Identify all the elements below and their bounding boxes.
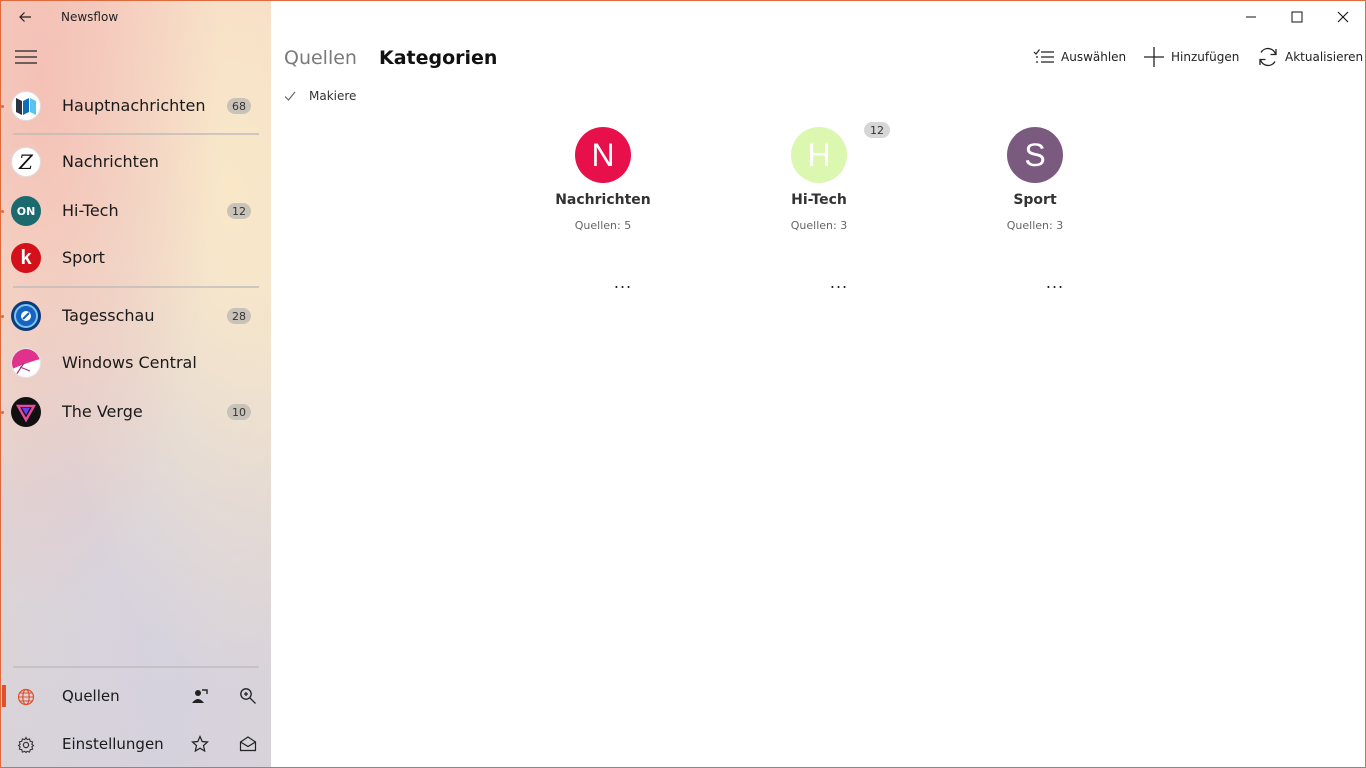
divider — [13, 286, 259, 288]
unread-count-badge: 12 — [864, 122, 890, 138]
unread-count-badge: 12 — [227, 203, 251, 219]
nav-item-hi-tech[interactable]: ON Hi-Tech 12 — [1, 189, 271, 233]
app-window: Newsflow Hauptnachrichten 68 Z Nachricht… — [0, 0, 1366, 768]
add-label: Hinzufügen — [1171, 50, 1240, 64]
hamburger-icon — [15, 50, 37, 64]
nav-item-label: Nachrichten — [62, 152, 159, 171]
read-later-button[interactable] — [233, 729, 263, 759]
nav-item-the-verge[interactable]: The Verge 10 — [1, 390, 271, 434]
category-source-count: Quellen: 3 — [1006, 219, 1064, 232]
plus-icon — [1144, 47, 1164, 67]
category-card-hi-tech[interactable]: H 12 Hi-Tech Quellen: 3 ... — [729, 122, 909, 305]
search-sources-button[interactable] — [233, 681, 263, 711]
back-arrow-icon — [19, 12, 31, 22]
navigation-pane: Newsflow Hauptnachrichten 68 Z Nachricht… — [1, 1, 271, 767]
unread-count-badge: 28 — [227, 308, 251, 324]
unread-count-badge: 10 — [227, 404, 251, 420]
category-source-count: Quellen: 5 — [574, 219, 632, 232]
star-icon — [191, 735, 209, 753]
close-icon — [1337, 11, 1349, 23]
select-button[interactable]: Auswählen — [1033, 45, 1126, 69]
nav-item-label: Windows Central — [62, 353, 197, 372]
nav-item-einstellungen[interactable]: Einstellungen — [1, 721, 271, 767]
minimize-button[interactable] — [1228, 1, 1274, 33]
tab-quellen[interactable]: Quellen — [284, 47, 357, 69]
category-source-count: Quellen: 3 — [790, 219, 848, 232]
person-edit-icon — [192, 689, 208, 703]
unread-count-badge: 68 — [227, 98, 251, 114]
refresh-icon — [1259, 47, 1277, 67]
nav-item-sport[interactable]: k Sport — [1, 236, 271, 280]
back-button[interactable] — [9, 3, 41, 31]
manage-sources-button[interactable] — [185, 681, 215, 711]
nav-item-label: Hi-Tech — [62, 201, 119, 220]
gear-icon — [15, 734, 37, 756]
maximize-icon — [1291, 11, 1303, 23]
mark-filter-toggle[interactable]: Makiere — [283, 87, 356, 105]
hamburger-menu-button[interactable] — [9, 41, 43, 73]
nav-item-label: Hauptnachrichten — [62, 96, 206, 115]
nav-item-quellen[interactable]: Quellen — [1, 673, 271, 719]
multiselect-icon — [1033, 49, 1054, 63]
close-button[interactable] — [1320, 1, 1365, 33]
windows-central-logo-icon — [11, 348, 41, 378]
envelope-open-icon — [239, 736, 257, 752]
maximize-button[interactable] — [1274, 1, 1320, 33]
nav-item-hauptnachrichten[interactable]: Hauptnachrichten 68 — [1, 84, 271, 128]
add-button[interactable]: Hinzufügen — [1143, 45, 1239, 69]
kicker-logo-icon: k — [11, 243, 41, 273]
nav-item-label: Quellen — [62, 687, 120, 705]
divider — [13, 133, 259, 135]
title-bar: Newsflow — [1, 1, 271, 33]
checkmark-icon — [284, 91, 296, 101]
refresh-label: Aktualisieren — [1285, 50, 1364, 64]
category-card-nachrichten[interactable]: N Nachrichten Quellen: 5 ... — [513, 125, 693, 305]
category-name: Hi-Tech — [791, 192, 847, 208]
category-avatar: H — [791, 127, 847, 183]
minimize-icon — [1246, 16, 1256, 18]
nav-item-nachrichten[interactable]: Z Nachrichten — [1, 140, 271, 184]
tagesschau-logo-icon — [11, 301, 41, 331]
nav-item-label: Tagesschau — [62, 306, 155, 325]
zoom-search-icon — [240, 688, 256, 704]
category-name: Sport — [1013, 192, 1057, 208]
nav-item-tagesschau[interactable]: Tagesschau 28 — [1, 294, 271, 338]
nav-item-label: The Verge — [62, 402, 143, 421]
divider — [13, 666, 259, 668]
more-options-button[interactable]: ... — [609, 273, 637, 293]
select-label: Auswählen — [1061, 50, 1127, 64]
zeit-logo-icon: Z — [11, 147, 41, 177]
more-options-button[interactable]: ... — [1041, 273, 1069, 293]
app-title: Newsflow — [61, 10, 119, 24]
nav-item-label: Sport — [62, 248, 105, 267]
nav-item-label: Einstellungen — [62, 735, 164, 753]
category-avatar: N — [575, 127, 631, 183]
more-options-button[interactable]: ... — [825, 273, 853, 293]
on-logo-icon: ON — [11, 196, 41, 226]
refresh-button[interactable]: Aktualisieren — [1257, 45, 1363, 69]
category-avatar: S — [1007, 127, 1063, 183]
nav-item-windows-central[interactable]: Windows Central — [1, 341, 271, 385]
mark-filter-label: Makiere — [309, 89, 357, 103]
favorites-button[interactable] — [185, 729, 215, 759]
category-card-sport[interactable]: S Sport Quellen: 3 ... — [945, 125, 1125, 305]
globe-icon — [15, 686, 37, 708]
tab-kategorien[interactable]: Kategorien — [379, 47, 497, 69]
hauptnachrichten-logo-icon — [11, 91, 41, 121]
category-name: Nachrichten — [555, 192, 651, 208]
verge-logo-icon — [11, 397, 41, 427]
